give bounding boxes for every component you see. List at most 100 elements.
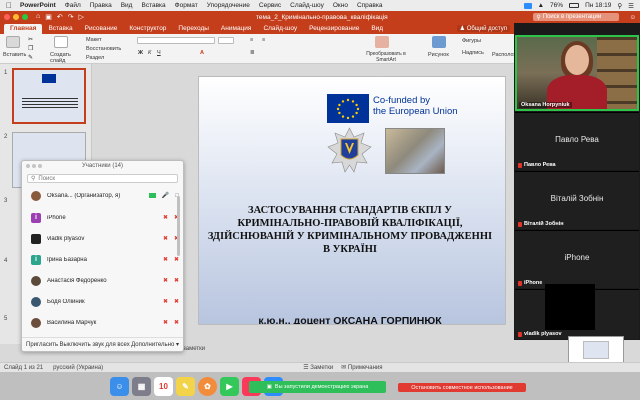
camera-off-icon[interactable]: ✖ bbox=[174, 319, 179, 326]
new-slide-icon[interactable] bbox=[54, 36, 68, 48]
current-slide[interactable]: Co-funded by the European Union ЗАСТОСУВ… bbox=[198, 76, 506, 325]
participant-row[interactable]: Бодя Олійник ✖ ✖ bbox=[31, 295, 179, 308]
camera-off-icon[interactable]: ✖ bbox=[174, 277, 179, 284]
picture-icon[interactable] bbox=[432, 36, 446, 48]
dock-facetime-icon[interactable]: ▶ bbox=[220, 376, 239, 396]
paste-label[interactable]: Вставить bbox=[3, 52, 26, 58]
mic-muted-icon[interactable]: ✖ bbox=[163, 235, 168, 242]
participant-row[interactable]: vladik plyasov ✖ ✖ bbox=[31, 232, 179, 245]
dock-calendar-icon[interactable]: 10 bbox=[154, 376, 173, 396]
dock-launchpad-icon[interactable]: ▦ bbox=[132, 376, 151, 396]
textbox-button[interactable]: Надпись bbox=[462, 50, 484, 56]
mic-muted-icon[interactable]: ✖ bbox=[163, 214, 168, 221]
menu-help[interactable]: Справка bbox=[357, 2, 383, 9]
menu-edit[interactable]: Правка bbox=[90, 2, 112, 9]
battery-percent[interactable]: 76% bbox=[550, 2, 563, 9]
panel-close-button[interactable] bbox=[26, 164, 30, 168]
menu-format[interactable]: Формат bbox=[175, 2, 198, 9]
font-color-icon[interactable]: A bbox=[200, 50, 204, 56]
new-slide-label[interactable]: Создать слайд bbox=[50, 52, 76, 64]
more-button[interactable]: Дополнительно ▾ bbox=[131, 341, 179, 348]
video-tile[interactable]: vladik plyasov bbox=[515, 284, 639, 339]
tab-view[interactable]: Вид bbox=[365, 24, 389, 34]
menu-view[interactable]: Вид bbox=[121, 2, 133, 9]
participant-row[interactable]: i iPhone ✖ ✖ bbox=[31, 211, 179, 224]
mic-muted-icon[interactable]: ✖ bbox=[163, 319, 168, 326]
spotlight-icon[interactable]: ⚲ bbox=[617, 2, 622, 10]
mic-muted-icon[interactable]: ✖ bbox=[163, 298, 168, 305]
camera-off-icon[interactable]: ✖ bbox=[174, 256, 179, 263]
tab-slideshow[interactable]: Слайд-шоу bbox=[257, 24, 303, 34]
zoom-window-button[interactable] bbox=[22, 14, 28, 20]
participant-row[interactable]: i Ірина Базарна ✖ ✖ bbox=[31, 253, 179, 266]
search-in-presentation[interactable]: ⚲ Поиск в презентации bbox=[533, 13, 620, 21]
mic-muted-icon[interactable]: ✖ bbox=[163, 277, 168, 284]
apple-menu-icon[interactable]:  bbox=[6, 1, 12, 10]
tab-insert[interactable]: Вставка bbox=[42, 24, 78, 34]
language-indicator[interactable]: русский (Украина) bbox=[53, 365, 103, 371]
tab-design[interactable]: Конструктор bbox=[123, 24, 172, 34]
dock-finder-icon[interactable]: ☺ bbox=[110, 376, 129, 396]
align-icon[interactable]: ≣ bbox=[250, 50, 255, 56]
menu-app-powerpoint[interactable]: PowerPoint bbox=[20, 2, 56, 9]
menu-tools[interactable]: Сервис bbox=[259, 2, 281, 9]
layout-button[interactable]: Макет bbox=[86, 37, 102, 43]
slide-thumbnail[interactable] bbox=[12, 68, 86, 124]
numbering-icon[interactable]: ≡ bbox=[262, 37, 265, 43]
menu-insert[interactable]: Вставка bbox=[141, 2, 165, 9]
copy-icon[interactable]: ❐ bbox=[28, 45, 33, 52]
shapes-button[interactable]: Фигуры bbox=[462, 38, 481, 44]
slideshow-icon[interactable]: ▷ bbox=[79, 13, 84, 21]
video-tile[interactable]: Павло Рева Павло Рева bbox=[515, 112, 639, 170]
screen-share-banner[interactable]: ▣ Вы запустили демонстрацию экрана bbox=[249, 381, 386, 393]
participant-row[interactable]: Анастасія Федоренко ✖ ✖ bbox=[31, 274, 179, 287]
font-size-select[interactable] bbox=[218, 37, 234, 44]
menu-slideshow[interactable]: Слайд-шоу bbox=[290, 2, 324, 9]
wifi-icon[interactable]: ▲ bbox=[538, 2, 544, 9]
font-family-select[interactable] bbox=[137, 37, 215, 44]
video-tile[interactable]: Віталій Зобнін Віталій Зобнін bbox=[515, 171, 639, 229]
battery-icon[interactable] bbox=[569, 3, 580, 8]
tab-home[interactable]: Главная bbox=[4, 24, 43, 34]
mute-all-button[interactable]: Выключить звук для всех bbox=[60, 342, 130, 348]
tab-review[interactable]: Рецензирование bbox=[303, 24, 365, 34]
italic-button[interactable]: К bbox=[148, 50, 151, 56]
notes-toggle[interactable]: ☰ Заметки bbox=[303, 364, 333, 371]
clock[interactable]: Пн 18:19 bbox=[585, 2, 611, 9]
participants-search[interactable]: ⚲ Поиск bbox=[27, 174, 178, 183]
menu-arrange[interactable]: Упорядочение bbox=[207, 2, 250, 9]
invite-button[interactable]: Пригласить bbox=[26, 342, 58, 348]
close-window-button[interactable] bbox=[4, 14, 10, 20]
menu-window[interactable]: Окно bbox=[333, 2, 348, 9]
video-tile[interactable]: iPhone iPhone bbox=[515, 230, 639, 288]
menu-file[interactable]: Файл bbox=[65, 2, 81, 9]
video-tile-self[interactable]: Oksana Horpyniuk bbox=[515, 35, 639, 111]
redo-icon[interactable]: ↷ bbox=[68, 13, 74, 21]
dock-photos-icon[interactable]: ✿ bbox=[198, 376, 217, 396]
save-icon[interactable]: ▣ bbox=[45, 13, 52, 21]
participant-row[interactable]: Василина Марчук ✖ ✖ bbox=[31, 316, 179, 329]
convert-smartart-label[interactable]: Преобразовать в SmartArt bbox=[356, 51, 416, 63]
picture-label[interactable]: Рисунок bbox=[428, 52, 449, 58]
underline-button[interactable]: Ч bbox=[157, 50, 161, 56]
camera-off-icon[interactable]: ✖ bbox=[174, 298, 179, 305]
format-painter-icon[interactable]: ✎ bbox=[28, 54, 33, 61]
stop-share-button[interactable]: Остановить совместное использование bbox=[398, 383, 526, 392]
mic-muted-icon[interactable]: ✖ bbox=[163, 256, 168, 263]
control-center-icon[interactable]: ☰ bbox=[628, 2, 634, 10]
account-icon[interactable]: ☺ bbox=[629, 14, 636, 21]
cut-icon[interactable]: ✂ bbox=[28, 36, 33, 43]
slide-author[interactable]: к.ю.н., доцент ОКСАНА ГОРПИНЮК bbox=[207, 315, 493, 324]
tab-animations[interactable]: Анимация bbox=[215, 24, 258, 34]
zoom-status-icon[interactable] bbox=[523, 2, 532, 9]
panel-minimize-button[interactable] bbox=[32, 164, 36, 168]
share-button[interactable]: ♟ Общий доступ bbox=[456, 25, 510, 32]
comments-toggle[interactable]: ✉ Примечания bbox=[341, 364, 382, 371]
bullets-icon[interactable]: ≡ bbox=[250, 37, 253, 43]
undo-icon[interactable]: ↶ bbox=[57, 13, 63, 21]
tab-draw[interactable]: Рисование bbox=[79, 24, 124, 34]
tab-transitions[interactable]: Переходы bbox=[172, 24, 215, 34]
bold-button[interactable]: Ж bbox=[138, 50, 143, 56]
panel-zoom-button[interactable] bbox=[38, 164, 42, 168]
participants-scrollbar[interactable] bbox=[177, 196, 180, 256]
